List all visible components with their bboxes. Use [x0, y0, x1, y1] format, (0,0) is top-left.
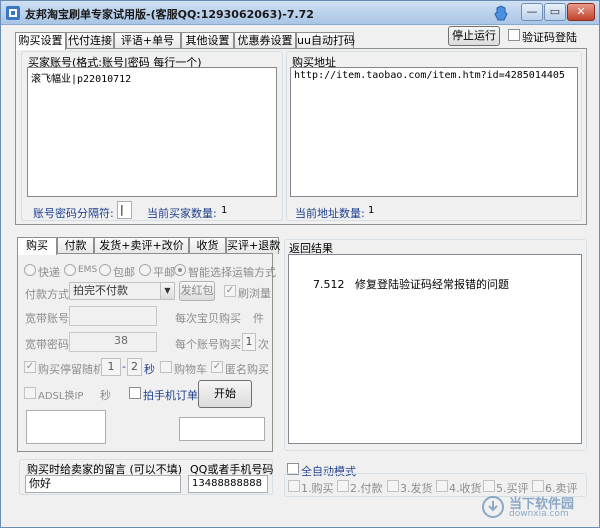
- per-item-unit: 件: [253, 312, 264, 325]
- message-input[interactable]: 你好: [25, 475, 181, 493]
- address-textarea[interactable]: http://item.taobao.com/item.htm?id=42850…: [290, 67, 578, 197]
- anonymous-label: 匿名购买: [225, 363, 269, 376]
- tab-ship-review-price[interactable]: 发货+卖评+改价: [94, 237, 189, 254]
- red-packet-button[interactable]: 发红包: [179, 281, 215, 301]
- stop-button[interactable]: 停止运行: [448, 26, 500, 46]
- tab-other-settings[interactable]: 其他设置: [181, 32, 234, 49]
- broadband-account-input[interactable]: [69, 306, 157, 326]
- pay-method-select[interactable]: 拍完不付款 ▼: [69, 282, 175, 300]
- captcha-login-checkbox[interactable]: [508, 29, 520, 41]
- step-receive-checkbox[interactable]: [436, 480, 448, 492]
- random-pause-checkbox[interactable]: ✓: [24, 361, 36, 373]
- phone-input[interactable]: 13488888888: [188, 475, 268, 493]
- tab-buy-settings[interactable]: 购买设置: [15, 32, 66, 50]
- buyer-accounts-textarea[interactable]: 滚飞幅业|p22010712: [27, 67, 277, 197]
- radio-ems[interactable]: [64, 264, 76, 276]
- adsl-unit: 秒: [100, 389, 111, 402]
- random-pause-label: 购买停留随机: [38, 363, 104, 376]
- close-button[interactable]: ✕: [567, 3, 595, 21]
- per-account-label: 每个账号购买: [175, 338, 241, 351]
- random-from-input[interactable]: 1: [101, 358, 121, 376]
- tab-pay[interactable]: 付款: [57, 237, 94, 254]
- random-to-input[interactable]: 2: [127, 358, 142, 376]
- address-count-value: 1: [368, 205, 375, 216]
- watermark-logo-icon: [482, 496, 504, 518]
- buyer-count-label: 当前买家数量:: [147, 207, 217, 220]
- per-item-label: 每次宝贝购买: [175, 312, 241, 325]
- adsl-checkbox[interactable]: [24, 387, 36, 399]
- minimize-button[interactable]: —: [521, 3, 543, 21]
- tab-coupon-settings[interactable]: 优惠券设置: [234, 32, 296, 49]
- window-title: 友邦淘宝刷单专家试用版-(客服QQ:1293062063)-7.72: [25, 8, 314, 21]
- cart-checkbox[interactable]: [160, 361, 172, 373]
- tab-uu-captcha[interactable]: uu自动打码: [296, 32, 355, 49]
- app-icon: [6, 6, 20, 20]
- tab-review-refund[interactable]: 买评+退款: [226, 237, 280, 254]
- radio-free-shipping[interactable]: [99, 264, 111, 276]
- broadband-password-label: 宽带密码: [25, 338, 69, 351]
- refresh-traffic-label: 刷浏量: [238, 287, 271, 300]
- random-unit: 秒: [144, 363, 155, 376]
- step-buy-checkbox[interactable]: [288, 480, 300, 492]
- broadband-account-label: 宽带账号: [25, 312, 69, 325]
- tab-proxy-payment[interactable]: 代付连接: [66, 32, 114, 49]
- radio-express-label: 快递: [38, 266, 60, 279]
- step-pay-checkbox[interactable]: [337, 480, 349, 492]
- phone-order-checkbox[interactable]: [129, 387, 141, 399]
- address-count-label: 当前地址数量:: [295, 207, 365, 220]
- pay-method-value: 拍完不付款: [73, 284, 128, 297]
- pay-method-label: 付款方式: [25, 288, 69, 301]
- result-line: 7.512 修复登陆验证码经常报错的问题: [313, 278, 509, 291]
- refresh-traffic-checkbox[interactable]: ✓: [224, 285, 236, 297]
- chevron-down-icon: ▼: [160, 283, 174, 299]
- watermark: 当下软件园 downxia.com: [479, 493, 589, 523]
- step-pay-label: 2.付款: [350, 482, 383, 495]
- log-box-left: [26, 410, 106, 444]
- separator-input[interactable]: |: [117, 201, 132, 219]
- separator-label: 账号密码分隔符:: [33, 207, 114, 220]
- step-ship-label: 3.发货: [400, 482, 433, 495]
- skin-icon[interactable]: [493, 5, 509, 21]
- buy-settings-panel: 买家账号(格式:账号|密码 每行一个) 滚飞幅业|p22010712 账号密码分…: [15, 48, 587, 225]
- radio-express[interactable]: [24, 264, 36, 276]
- start-button[interactable]: 开始: [198, 380, 252, 408]
- radio-free-shipping-label: 包邮: [113, 266, 135, 279]
- tab-receive[interactable]: 收货: [189, 237, 226, 254]
- buyer-count-value: 1: [221, 205, 228, 216]
- per-account-unit: 次: [258, 338, 269, 351]
- step-receive-label: 4.收货: [449, 482, 482, 495]
- maximize-button[interactable]: ▭: [544, 3, 566, 21]
- step-buyer-review-checkbox[interactable]: [483, 480, 495, 492]
- buy-panel: 快递 EMS 包邮 平邮 智能选择运输方式 付款方式 拍完不付款 ▼ 发红包 ✓…: [17, 253, 276, 452]
- anonymous-checkbox[interactable]: ✓: [211, 361, 223, 373]
- tab-review-tracking[interactable]: 评语+单号: [114, 32, 181, 49]
- radio-surface-mail-label: 平邮: [153, 266, 175, 279]
- radio-smart-shipping[interactable]: [174, 264, 186, 276]
- title-bar: 友邦淘宝刷单专家试用版-(客服QQ:1293062063)-7.72 — ▭ ✕: [1, 1, 599, 25]
- result-textarea[interactable]: 7.512 修复登陆验证码经常报错的问题: [288, 254, 582, 444]
- step-buy-label: 1.购买: [301, 482, 334, 495]
- step-ship-checkbox[interactable]: [387, 480, 399, 492]
- adsl-label: ADSL换IP: [38, 391, 84, 402]
- radio-ems-label: EMS: [78, 265, 98, 275]
- captcha-login-label: 验证码登陆: [522, 31, 577, 44]
- phone-order-label: 拍手机订单: [143, 389, 198, 402]
- radio-surface-mail[interactable]: [139, 264, 151, 276]
- random-dash: -: [122, 360, 126, 373]
- app-window: 友邦淘宝刷单专家试用版-(客服QQ:1293062063)-7.72 — ▭ ✕…: [0, 0, 600, 528]
- log-box-right: [179, 417, 265, 441]
- step-seller-review-checkbox[interactable]: [532, 480, 544, 492]
- watermark-url: downxia.com: [509, 509, 569, 519]
- per-account-input[interactable]: 1: [242, 333, 256, 351]
- radio-smart-shipping-label: 智能选择运输方式: [188, 266, 276, 279]
- cart-label: 购物车: [174, 363, 207, 376]
- broadband-password-input[interactable]: 38: [69, 332, 157, 352]
- tab-buy[interactable]: 购买: [17, 237, 57, 255]
